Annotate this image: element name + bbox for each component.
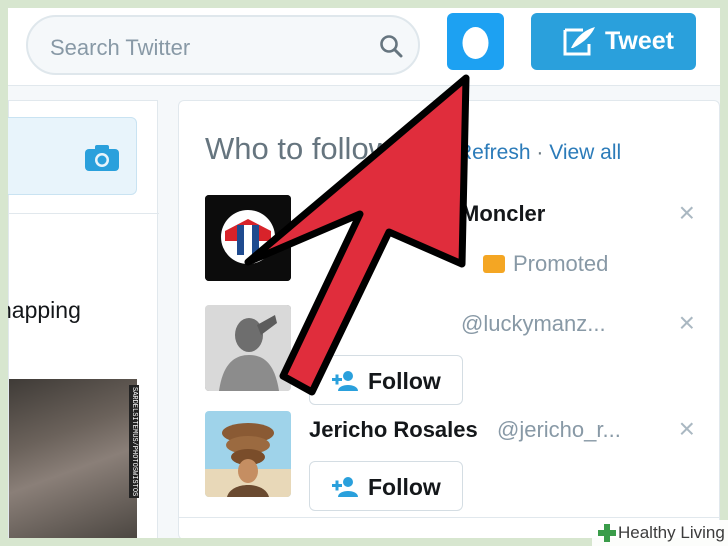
- red-pointer-arrow-icon: [244, 74, 470, 396]
- plus-logo-icon: [598, 524, 616, 542]
- watermark-text: Healthy Living: [618, 523, 725, 542]
- watermark: Healthy Living: [592, 520, 728, 546]
